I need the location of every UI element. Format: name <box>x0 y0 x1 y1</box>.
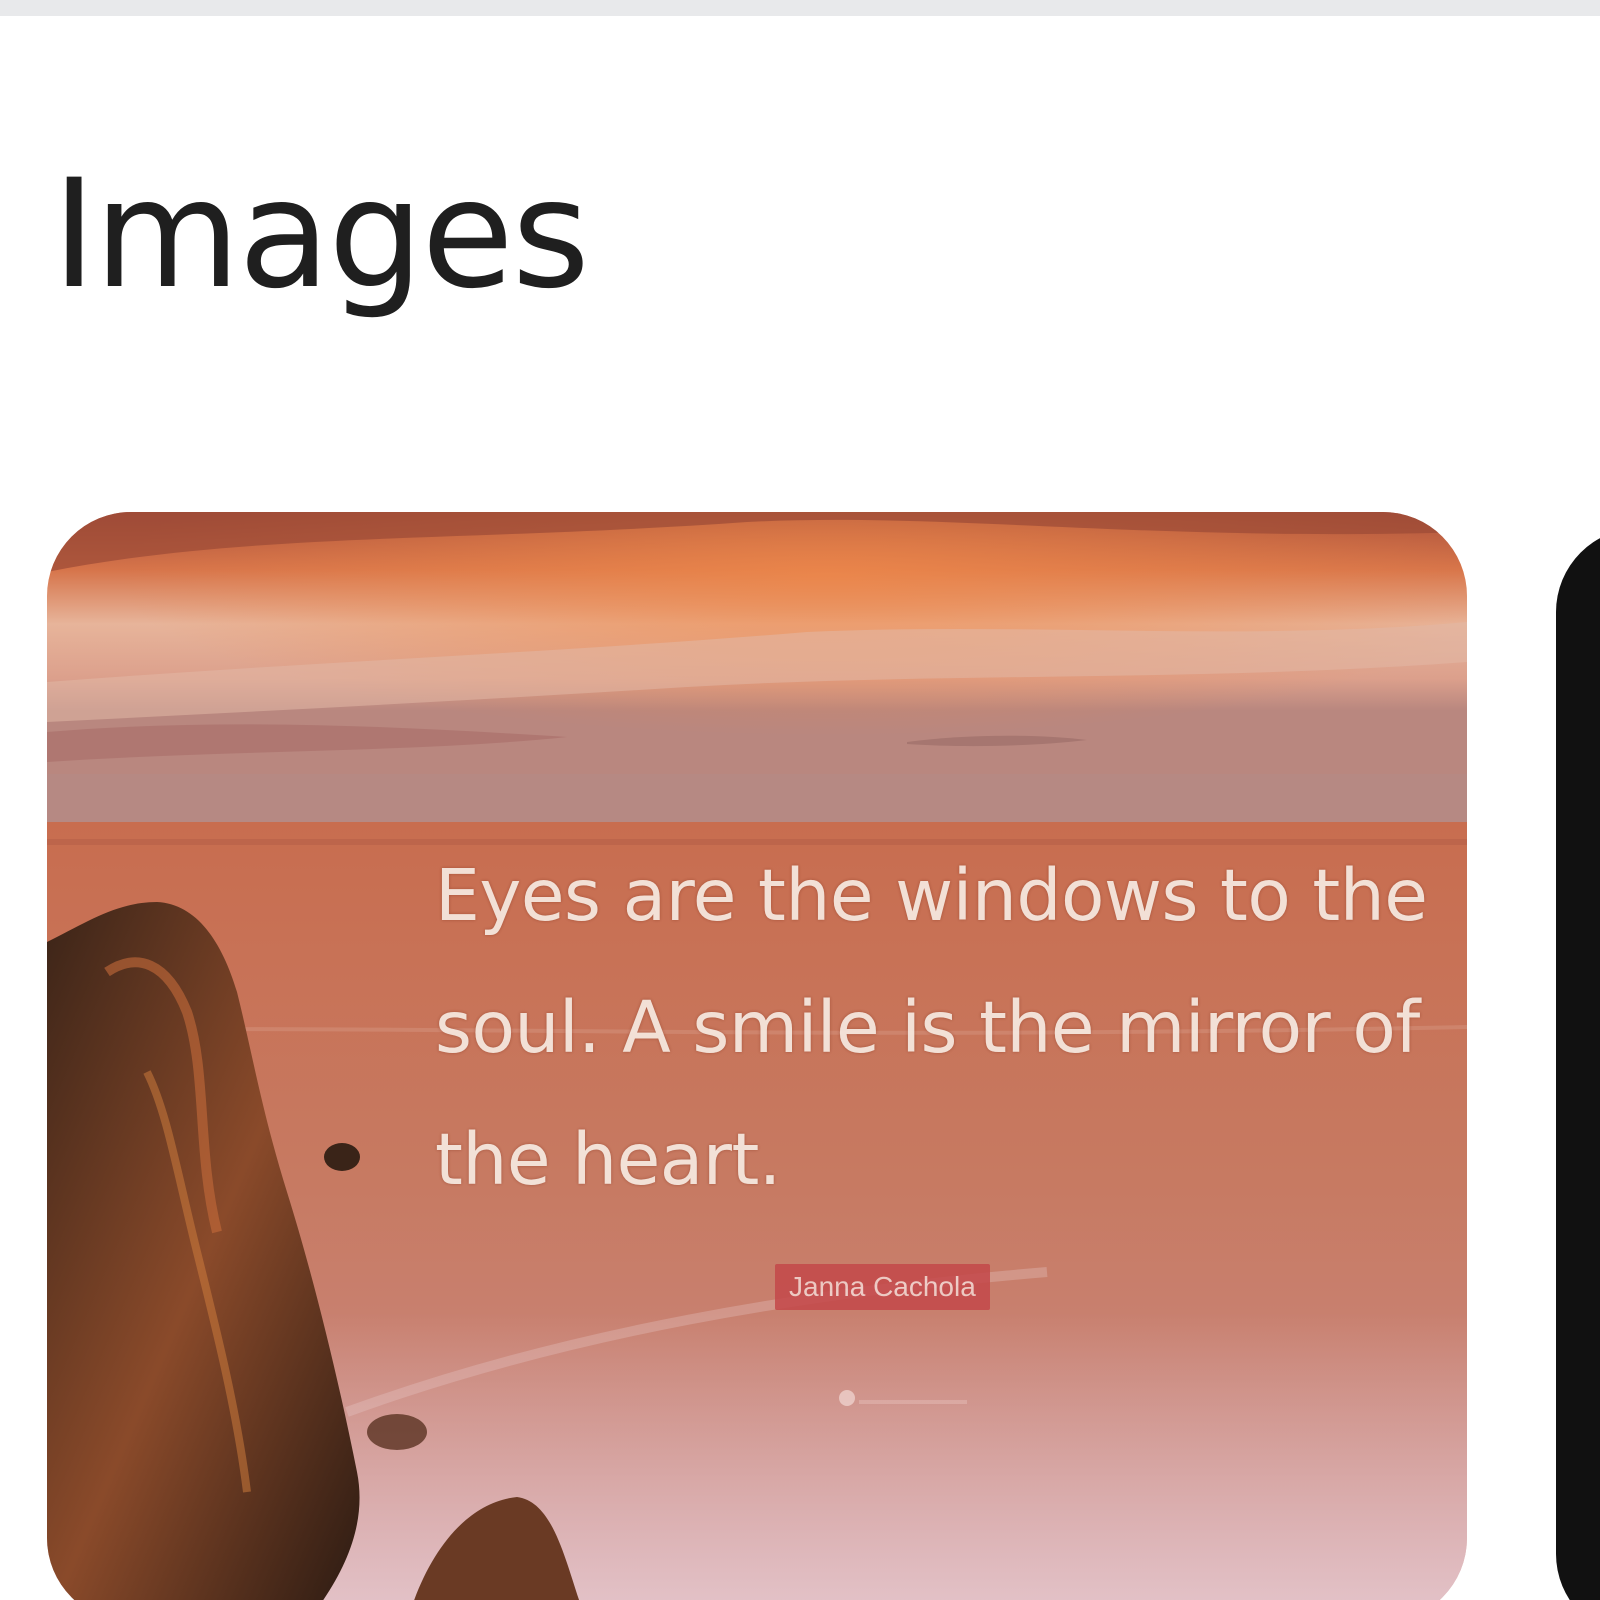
image-card[interactable]: Eyes are the windows to the soul. A smil… <box>47 512 1467 1600</box>
section-title: Images <box>52 148 590 322</box>
quote-author: Janna Cachola <box>775 1264 990 1310</box>
quote-text: Eyes are the windows to the soul. A smil… <box>435 854 1428 1201</box>
next-image-card[interactable] <box>1556 528 1600 1600</box>
images-page: Images Eyes are the windows to the soul.… <box>0 0 1600 1600</box>
image-carousel[interactable]: Eyes are the windows to the soul. A smil… <box>0 512 1600 1600</box>
top-bar <box>0 0 1600 16</box>
